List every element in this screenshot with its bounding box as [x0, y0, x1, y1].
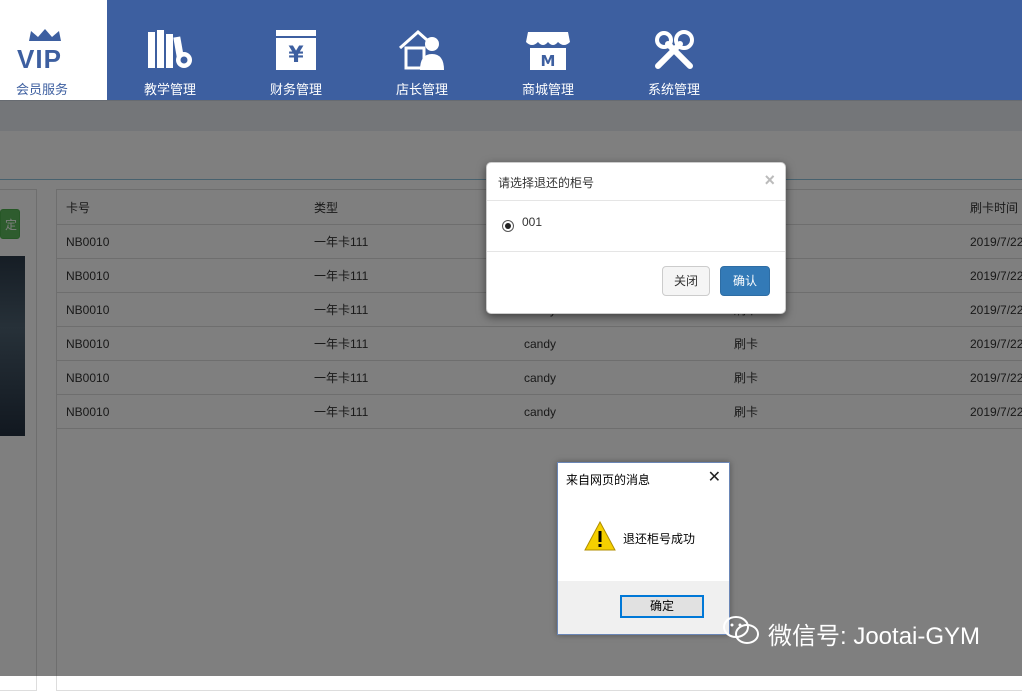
nav-teaching-management[interactable]: 教学管理 — [115, 0, 225, 100]
nav-label: 教学管理 — [143, 82, 196, 97]
top-nav-bar: VIP 会员服务 教学管理 ¥ 财务管理 店长管理 M 商城管理 系统管理 — [0, 0, 1022, 100]
select-locker-modal: 请选择退还的柜号 × 001 关闭 确认 — [486, 162, 786, 314]
warning-icon — [584, 521, 616, 551]
wechat-icon — [723, 616, 759, 644]
shop-icon: M — [526, 32, 570, 70]
tools-icon — [655, 30, 694, 69]
wechat-watermark: 微信号: Jootai-GYM — [722, 613, 1012, 650]
yen-wallet-icon: ¥ — [276, 30, 316, 70]
crown-icon — [29, 29, 61, 41]
modal-header: 请选择退还的柜号 × — [487, 163, 785, 201]
alert-title: 来自网页的消息 — [566, 473, 651, 487]
nav-label: 财务管理 — [269, 82, 322, 97]
locker-option-label[interactable]: 001 — [522, 215, 542, 229]
svg-text:M: M — [541, 52, 556, 70]
manager-house-icon — [399, 29, 444, 70]
nav-label: 店长管理 — [395, 82, 448, 97]
confirm-button[interactable]: 确认 — [720, 266, 770, 296]
modal-title: 请选择退还的柜号 — [498, 176, 595, 190]
webpage-alert-dialog: 来自网页的消息 ✕ 退还柜号成功 确定 — [557, 462, 730, 635]
nav-label: 商城管理 — [521, 82, 574, 97]
vip-logo-text: VIP — [17, 44, 62, 74]
nav-mall-management[interactable]: M 商城管理 — [493, 0, 603, 100]
close-button[interactable]: 关闭 — [662, 266, 710, 296]
nav-manager-management[interactable]: 店长管理 — [367, 0, 477, 100]
books-gear-icon — [148, 30, 192, 68]
alert-footer: 确定 — [558, 581, 729, 634]
svg-text:¥: ¥ — [288, 43, 304, 68]
nav-label: 系统管理 — [647, 82, 700, 97]
close-icon[interactable]: ✕ — [708, 467, 721, 487]
ok-button[interactable]: 确定 — [620, 595, 704, 618]
locker-radio[interactable] — [502, 220, 514, 232]
watermark-text: 微信号: Jootai-GYM — [768, 623, 981, 650]
nav-finance-management[interactable]: ¥ 财务管理 — [241, 0, 351, 100]
nav-system-management[interactable]: 系统管理 — [619, 0, 729, 100]
vip-label: 会员服务 — [16, 82, 69, 97]
alert-message: 退还柜号成功 — [623, 532, 696, 546]
close-icon[interactable]: × — [764, 170, 775, 191]
vip-member-service[interactable]: VIP 会员服务 — [0, 0, 107, 100]
modal-body: 001 — [487, 201, 785, 252]
